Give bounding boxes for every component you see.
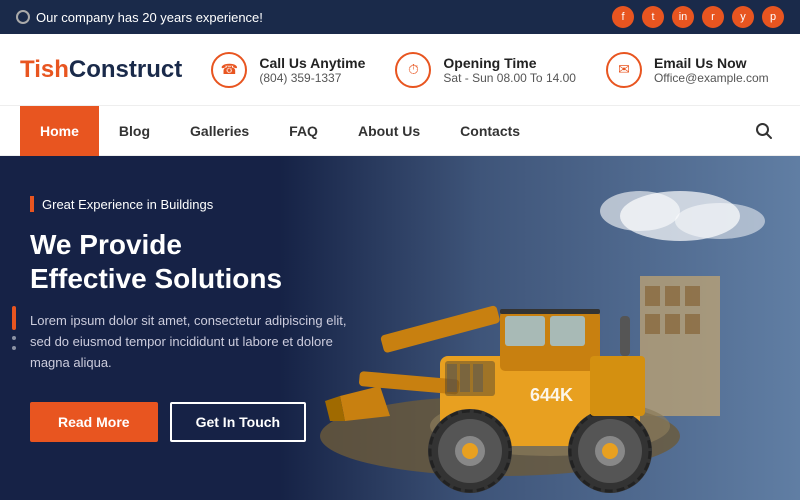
logo: TishConstruct xyxy=(20,56,200,84)
hero-description: Lorem ipsum dolor sit amet, consectetur … xyxy=(30,311,370,373)
nav-blog[interactable]: Blog xyxy=(99,106,170,156)
top-bar-message-area: Our company has 20 years experience! xyxy=(16,10,263,25)
contact-phone-title: Call Us Anytime xyxy=(259,55,365,71)
contact-phone-sub: (804) 359-1337 xyxy=(259,71,365,85)
hero-section: 644K Great Experience i xyxy=(0,156,800,500)
hero-buttons: Read More Get In Touch xyxy=(30,402,370,442)
dot-3[interactable] xyxy=(12,346,16,350)
contact-email: ✉ Email Us Now Office@example.com xyxy=(606,52,769,88)
nav-galleries[interactable]: Galleries xyxy=(170,106,269,156)
hero-title-line2: Effective Solutions xyxy=(30,263,282,294)
nav-about[interactable]: About Us xyxy=(338,106,440,156)
hero-content: Great Experience in Buildings We Provide… xyxy=(0,156,400,482)
search-button[interactable] xyxy=(748,115,780,147)
top-bar: Our company has 20 years experience! f t… xyxy=(0,0,800,34)
contact-phone: ☎ Call Us Anytime (804) 359-1337 xyxy=(211,52,365,88)
nav-home[interactable]: Home xyxy=(20,106,99,156)
navbar: Home Blog Galleries FAQ About Us Contact… xyxy=(0,106,800,156)
social-facebook[interactable]: f xyxy=(612,6,634,28)
contact-email-text: Email Us Now Office@example.com xyxy=(654,55,769,85)
dot-1[interactable] xyxy=(12,306,16,330)
logo-part1: Tish xyxy=(20,56,69,83)
info-icon xyxy=(16,10,30,24)
contact-hours-title: Opening Time xyxy=(443,55,576,71)
hero-tag: Great Experience in Buildings xyxy=(30,196,370,212)
hero-title-line1: We Provide xyxy=(30,229,182,260)
nav-faq[interactable]: FAQ xyxy=(269,106,338,156)
social-youtube[interactable]: y xyxy=(732,6,754,28)
hero-dots xyxy=(12,306,16,350)
contact-hours-sub: Sat - Sun 08.00 To 14.00 xyxy=(443,71,576,85)
email-icon: ✉ xyxy=(606,52,642,88)
social-rss[interactable]: r xyxy=(702,6,724,28)
contact-hours: ⏱ Opening Time Sat - Sun 08.00 To 14.00 xyxy=(395,52,576,88)
contact-email-title: Email Us Now xyxy=(654,55,769,71)
contact-email-sub: Office@example.com xyxy=(654,71,769,85)
nav-contacts[interactable]: Contacts xyxy=(440,106,540,156)
contact-phone-text: Call Us Anytime (804) 359-1337 xyxy=(259,55,365,85)
hero-title: We Provide Effective Solutions xyxy=(30,228,370,295)
dot-2[interactable] xyxy=(12,336,16,340)
contact-items: ☎ Call Us Anytime (804) 359-1337 ⏱ Openi… xyxy=(200,52,780,88)
top-bar-message: Our company has 20 years experience! xyxy=(36,10,263,25)
social-instagram[interactable]: in xyxy=(672,6,694,28)
social-twitter[interactable]: t xyxy=(642,6,664,28)
nav-items: Home Blog Galleries FAQ About Us Contact… xyxy=(20,106,748,156)
social-pinterest[interactable]: p xyxy=(762,6,784,28)
contact-hours-text: Opening Time Sat - Sun 08.00 To 14.00 xyxy=(443,55,576,85)
hero-tag-bar xyxy=(30,196,34,212)
clock-icon: ⏱ xyxy=(395,52,431,88)
logo-part2: Construct xyxy=(69,56,182,83)
get-in-touch-button[interactable]: Get In Touch xyxy=(170,402,307,442)
social-icons: f t in r y p xyxy=(612,6,784,28)
read-more-button[interactable]: Read More xyxy=(30,402,158,442)
hero-tag-text: Great Experience in Buildings xyxy=(42,197,213,212)
contact-bar: TishConstruct ☎ Call Us Anytime (804) 35… xyxy=(0,34,800,106)
phone-icon: ☎ xyxy=(211,52,247,88)
svg-text:644K: 644K xyxy=(530,385,573,405)
